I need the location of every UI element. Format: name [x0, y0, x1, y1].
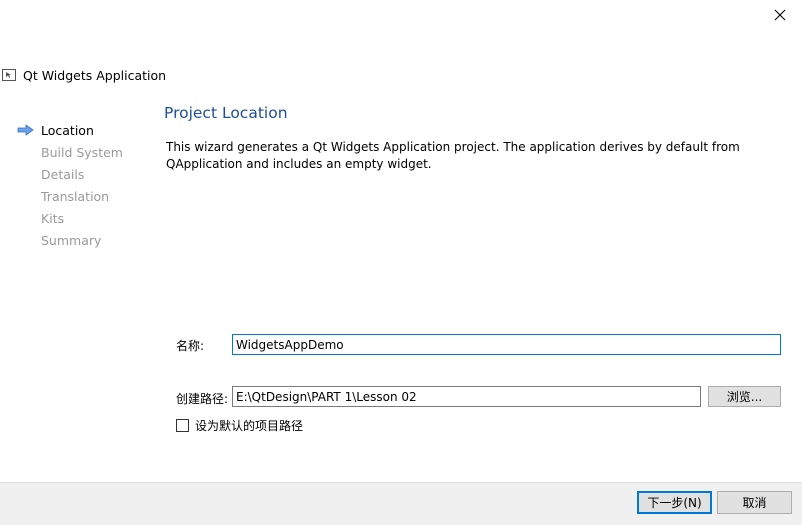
- page-title: Project Location: [164, 104, 288, 122]
- step-label: Kits: [41, 210, 65, 226]
- window-icon: [2, 69, 16, 81]
- step-label: Location: [41, 122, 94, 138]
- step-kits: Kits: [17, 207, 157, 229]
- current-step-arrow-icon: [17, 119, 41, 141]
- step-label: Translation: [41, 188, 110, 204]
- default-path-checkbox[interactable]: [176, 419, 189, 432]
- close-button[interactable]: [758, 0, 802, 30]
- step-label: Summary: [41, 232, 102, 248]
- next-button[interactable]: 下一步(N): [637, 491, 712, 514]
- name-label: 名称:: [176, 339, 205, 353]
- cancel-button[interactable]: 取消: [717, 491, 792, 514]
- wizard-title: Qt Widgets Application: [23, 67, 167, 83]
- step-translation: Translation: [17, 185, 157, 207]
- page-description: This wizard generates a Qt Widgets Appli…: [166, 140, 740, 171]
- default-path-label: 设为默认的项目路径: [195, 419, 304, 433]
- close-icon: [774, 9, 786, 21]
- path-label: 创建路径:: [176, 392, 229, 406]
- default-path-checkbox-row[interactable]: 设为默认的项目路径: [176, 417, 303, 434]
- step-label: Details: [41, 166, 85, 182]
- step-details: Details: [17, 163, 157, 185]
- wizard-steps: Location Build System Details Translatio…: [17, 119, 157, 251]
- wizard-header: Qt Widgets Application: [2, 66, 166, 84]
- step-location: Location: [17, 119, 157, 141]
- step-label: Build System: [41, 144, 123, 160]
- step-summary: Summary: [17, 229, 157, 251]
- project-name-input[interactable]: [232, 334, 781, 355]
- project-path-input[interactable]: [232, 386, 701, 407]
- browse-button[interactable]: 浏览...: [708, 386, 781, 407]
- step-build-system: Build System: [17, 141, 157, 163]
